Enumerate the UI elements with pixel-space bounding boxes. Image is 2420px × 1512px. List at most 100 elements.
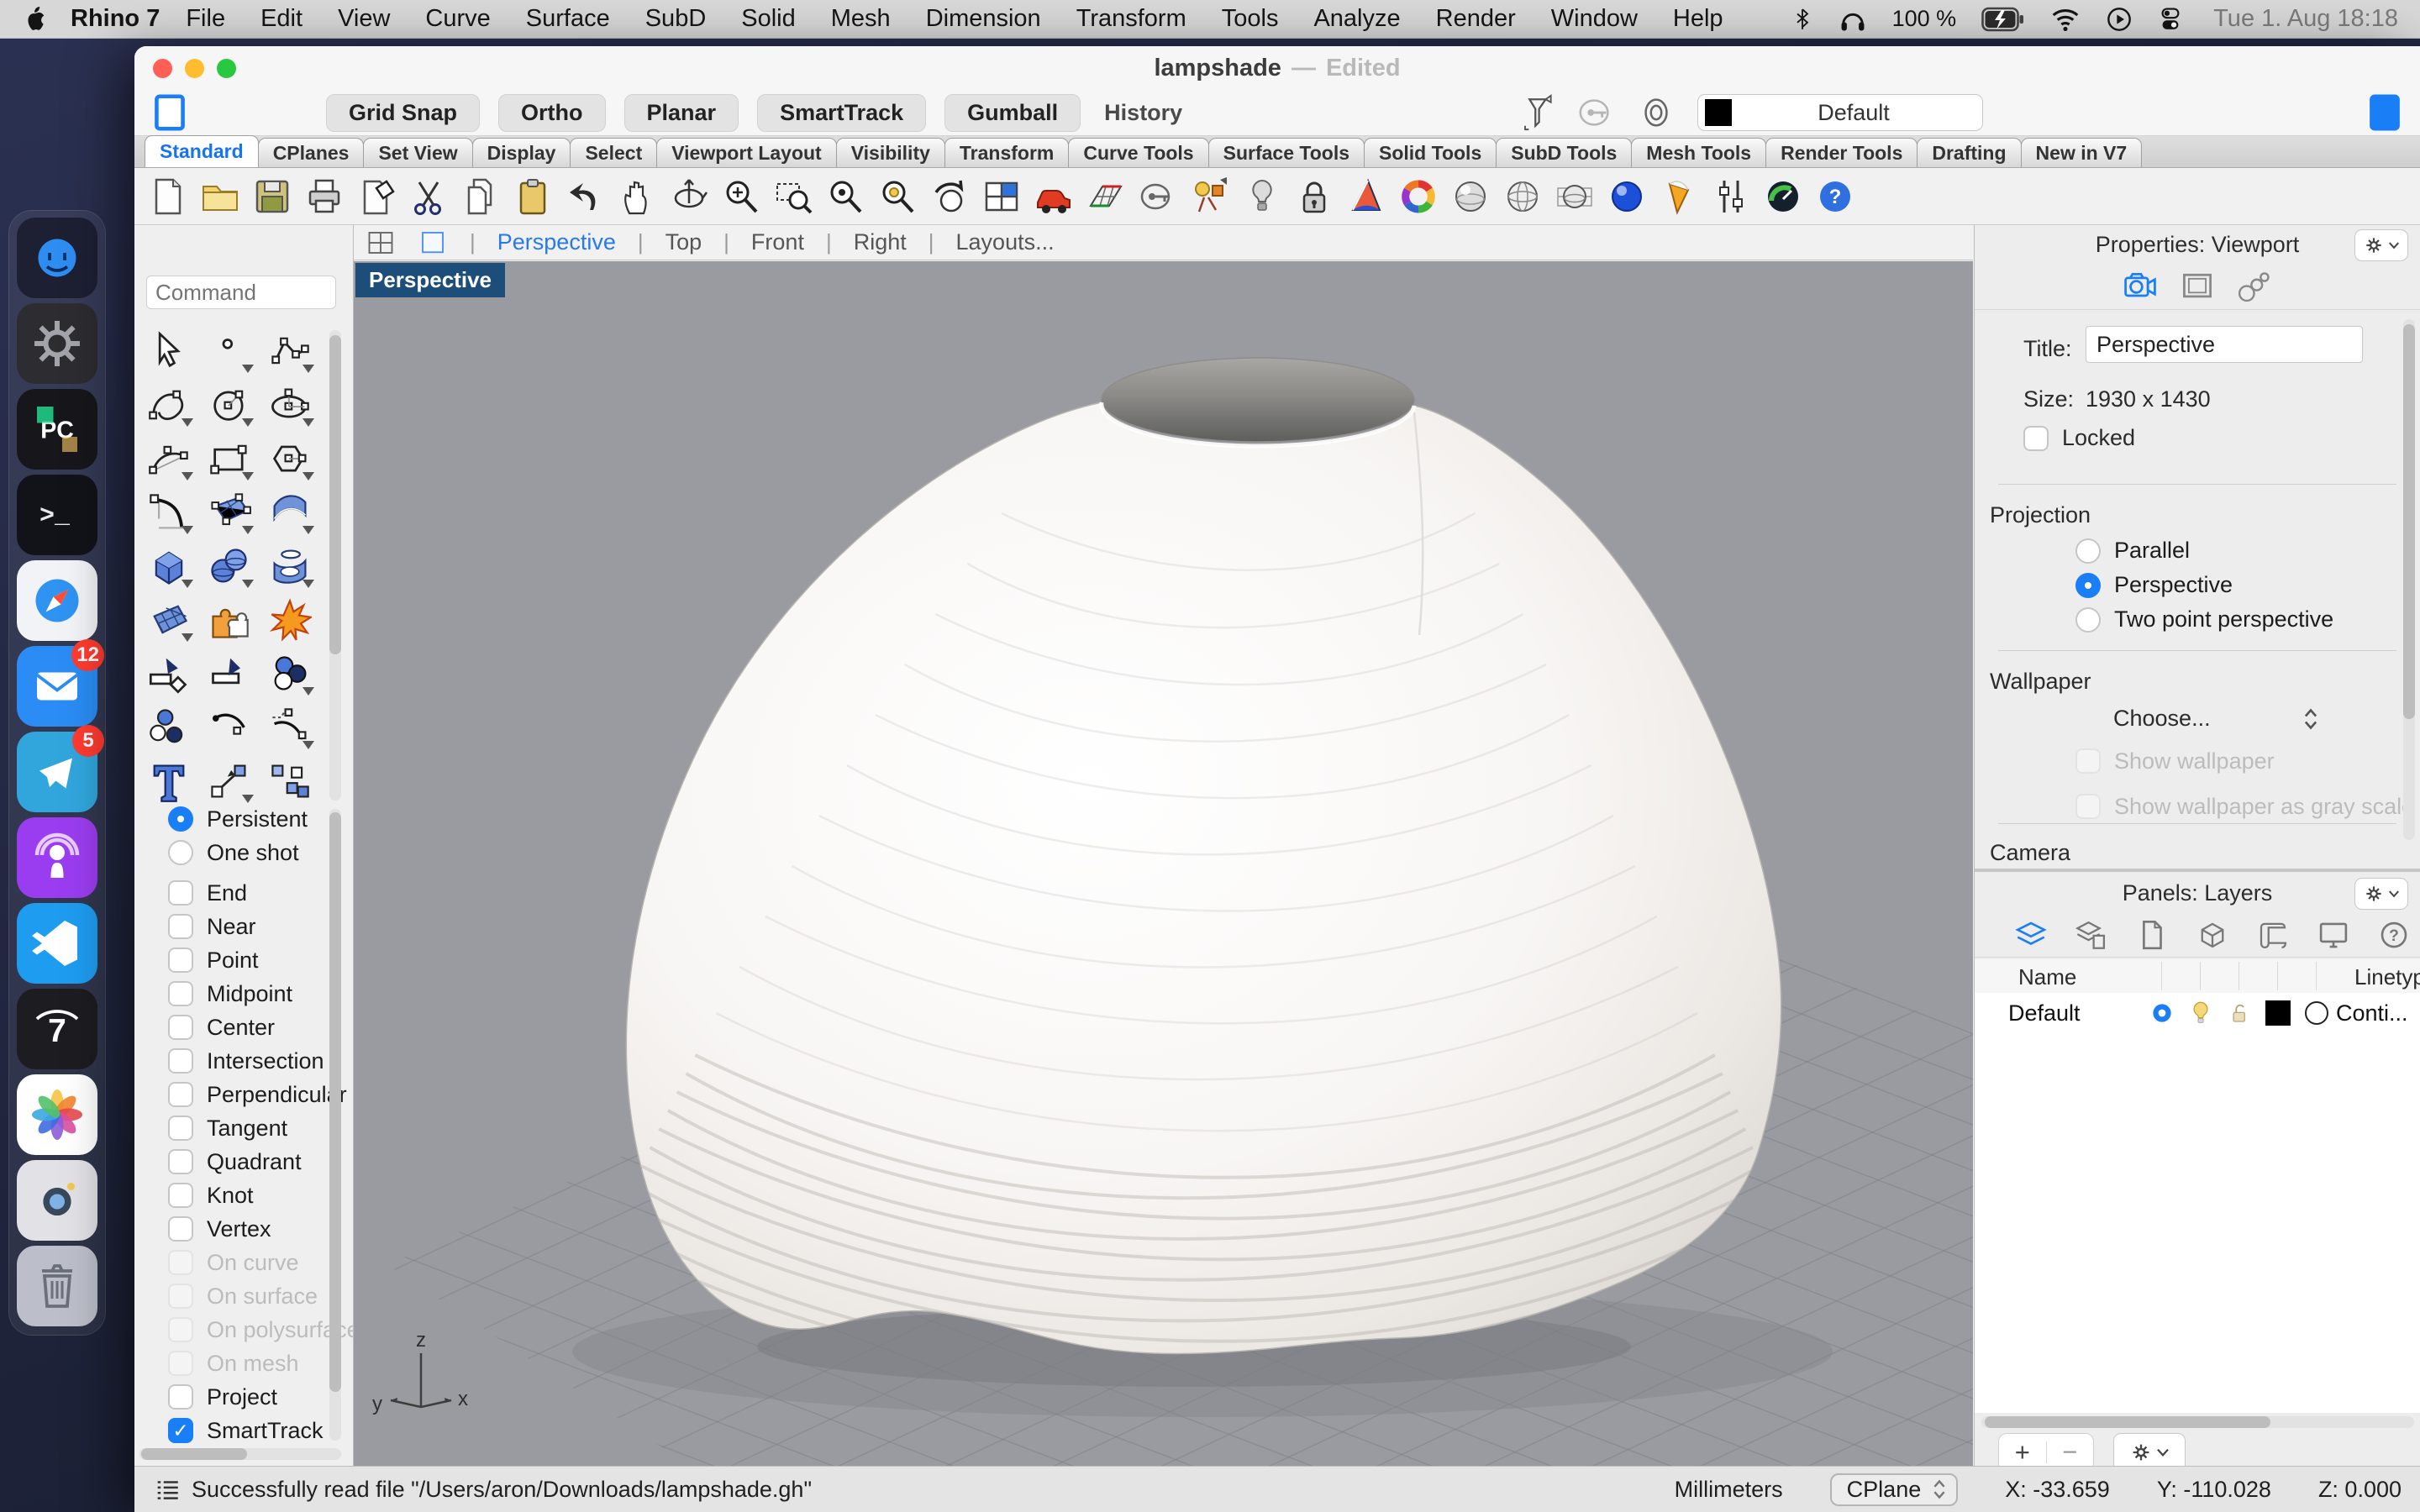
wifi-icon[interactable] bbox=[2050, 7, 2081, 32]
polyline-tool[interactable] bbox=[262, 328, 318, 375]
command-input[interactable] bbox=[146, 276, 336, 309]
osnap-checkbox-smarttrack[interactable]: ✓SmartTrack bbox=[134, 1414, 341, 1447]
dock-item-system-settings[interactable] bbox=[17, 303, 97, 384]
osnap-checkbox-knot[interactable]: Knot bbox=[134, 1179, 341, 1212]
camera-icon[interactable] bbox=[2122, 268, 2159, 305]
tab-solid-tools[interactable]: Solid Tools bbox=[1364, 138, 1497, 167]
add-layer-button[interactable]: + bbox=[1999, 1437, 2046, 1467]
remove-layer-button[interactable]: − bbox=[2047, 1437, 2094, 1467]
headphones-icon[interactable] bbox=[1839, 5, 1867, 34]
menu-item-subd[interactable]: SubD bbox=[645, 5, 707, 33]
render-icon[interactable] bbox=[1344, 175, 1388, 218]
dock-item-finder[interactable] bbox=[17, 218, 97, 298]
menu-app-name[interactable]: Rhino 7 bbox=[71, 5, 160, 33]
polygon-tool[interactable] bbox=[262, 435, 318, 482]
viewport-frame-icon[interactable] bbox=[2179, 268, 2216, 305]
osnap-checkbox-near[interactable]: Near bbox=[134, 910, 341, 943]
osnap-checkbox-quadrant[interactable]: Quadrant bbox=[134, 1145, 341, 1179]
column-name[interactable]: Name bbox=[2018, 964, 2076, 990]
menu-item-solid[interactable]: Solid bbox=[741, 5, 796, 33]
viewport-tab-layouts[interactable]: Layouts... bbox=[956, 229, 1055, 255]
page-icon[interactable] bbox=[2134, 917, 2170, 953]
planar-toggle-button[interactable]: Planar bbox=[624, 94, 739, 132]
analyze-icon[interactable] bbox=[1761, 175, 1805, 218]
tab-set-view[interactable]: Set View bbox=[363, 138, 472, 167]
ellipse-tool[interactable] bbox=[262, 381, 318, 428]
osnap-checkbox-end[interactable]: End bbox=[134, 876, 341, 910]
print-icon[interactable] bbox=[302, 175, 346, 218]
tab-visibility[interactable]: Visibility bbox=[836, 138, 945, 167]
right-sidebar-toggle-icon[interactable] bbox=[2366, 92, 2403, 133]
menu-item-transform[interactable]: Transform bbox=[1076, 5, 1186, 33]
layers-gear-button[interactable] bbox=[2354, 878, 2408, 910]
viewport-tab-top[interactable]: Top bbox=[666, 229, 702, 255]
osnap-checkbox-intersection[interactable]: Intersection bbox=[134, 1044, 341, 1078]
tab-drafting[interactable]: Drafting bbox=[1917, 138, 2021, 167]
explode-tool[interactable] bbox=[262, 596, 318, 643]
tab-render-tools[interactable]: Render Tools bbox=[1765, 138, 1918, 167]
layers-hscrollbar[interactable] bbox=[1981, 1416, 2414, 1428]
units-label[interactable]: Millimeters bbox=[1675, 1477, 1783, 1503]
osnap-checkbox-perpendicular[interactable]: Perpendicular bbox=[134, 1078, 341, 1111]
cplane-icon[interactable] bbox=[1084, 175, 1128, 218]
tab-select[interactable]: Select bbox=[570, 138, 657, 167]
osnap-checkbox-project[interactable]: Project bbox=[134, 1380, 341, 1414]
menu-item-tools[interactable]: Tools bbox=[1222, 5, 1279, 33]
named-cplane-icon[interactable] bbox=[1576, 93, 1615, 132]
split-tool[interactable] bbox=[202, 650, 257, 697]
menu-item-file[interactable]: File bbox=[186, 5, 225, 33]
viewport-layout-icon[interactable] bbox=[980, 175, 1023, 218]
fillet-tool[interactable] bbox=[141, 489, 197, 536]
osnap-checkbox-tangent[interactable]: Tangent bbox=[134, 1111, 341, 1145]
new-file-icon[interactable] bbox=[146, 175, 190, 218]
left-panel-hscrollbar[interactable] bbox=[139, 1448, 341, 1460]
move-icon[interactable] bbox=[1032, 175, 1076, 218]
named-view-icon[interactable] bbox=[1136, 175, 1180, 218]
viewport-single-pane-icon[interactable] bbox=[418, 228, 448, 258]
menu-clock[interactable]: Tue 1. Aug 18:18 bbox=[2213, 5, 2398, 33]
bluetooth-icon[interactable] bbox=[1791, 5, 1813, 34]
gumball-toggle-button[interactable]: Gumball bbox=[944, 94, 1081, 132]
scroll-icon[interactable] bbox=[2255, 917, 2291, 953]
tab-mesh-tools[interactable]: Mesh Tools bbox=[1631, 138, 1766, 167]
tab-display[interactable]: Display bbox=[472, 138, 571, 167]
dock-item-photos[interactable] bbox=[17, 1074, 97, 1155]
osnap-checkbox-center[interactable]: Center bbox=[134, 1011, 341, 1044]
wallpaper-checkbox-show-wallpaper[interactable]: Show wallpaper bbox=[2075, 744, 2414, 778]
paste-icon[interactable] bbox=[511, 175, 555, 218]
layer-lock-icon[interactable] bbox=[2220, 1000, 2259, 1026]
rotate-view-icon[interactable] bbox=[667, 175, 711, 218]
battery-icon[interactable] bbox=[1981, 7, 2025, 32]
tab-cplanes[interactable]: CPlanes bbox=[258, 138, 365, 167]
links-icon[interactable] bbox=[2236, 268, 2273, 305]
tab-new-in-v7[interactable]: New in V7 bbox=[2021, 138, 2143, 167]
dock-item-terminal[interactable]: >_ bbox=[17, 475, 97, 555]
cut-icon[interactable] bbox=[407, 175, 450, 218]
menu-item-curve[interactable]: Curve bbox=[425, 5, 490, 33]
left-sidebar-toggle-icon[interactable] bbox=[151, 92, 188, 133]
pan-icon[interactable] bbox=[615, 175, 659, 218]
light-icon[interactable] bbox=[1240, 175, 1284, 218]
tab-transform[interactable]: Transform bbox=[944, 138, 1069, 167]
menu-item-view[interactable]: View bbox=[338, 5, 390, 33]
layer-row[interactable]: Default bbox=[1975, 993, 2420, 1033]
boolean-tool[interactable] bbox=[202, 596, 257, 643]
surface-curve-tool[interactable] bbox=[262, 489, 318, 536]
pick-icon[interactable] bbox=[355, 175, 398, 218]
osnap-radio-one-shot[interactable]: One shot bbox=[134, 836, 341, 869]
dock-item-safari[interactable] bbox=[17, 560, 97, 641]
osnap-checkbox-point[interactable]: Point bbox=[134, 943, 341, 977]
control-center-icon[interactable] bbox=[2158, 6, 2183, 33]
lampshade-3d-view[interactable] bbox=[354, 261, 1973, 1466]
tab-subd-tools[interactable]: SubD Tools bbox=[1496, 138, 1632, 167]
osnap-checkbox-on-mesh[interactable]: On mesh bbox=[134, 1347, 341, 1380]
display-icon[interactable] bbox=[2316, 917, 2351, 953]
circle-tool[interactable] bbox=[202, 381, 257, 428]
viewport-canvas[interactable]: Perspective z x y bbox=[354, 261, 1973, 1466]
layer-material-swatch[interactable] bbox=[2297, 1001, 2336, 1025]
properties-gear-button[interactable] bbox=[2354, 229, 2408, 261]
tab-viewport-layout[interactable]: Viewport Layout bbox=[656, 138, 837, 167]
dock-item-vscode[interactable] bbox=[17, 903, 97, 984]
shaded-view-icon[interactable] bbox=[1449, 175, 1492, 218]
undo-view-icon[interactable] bbox=[928, 175, 971, 218]
